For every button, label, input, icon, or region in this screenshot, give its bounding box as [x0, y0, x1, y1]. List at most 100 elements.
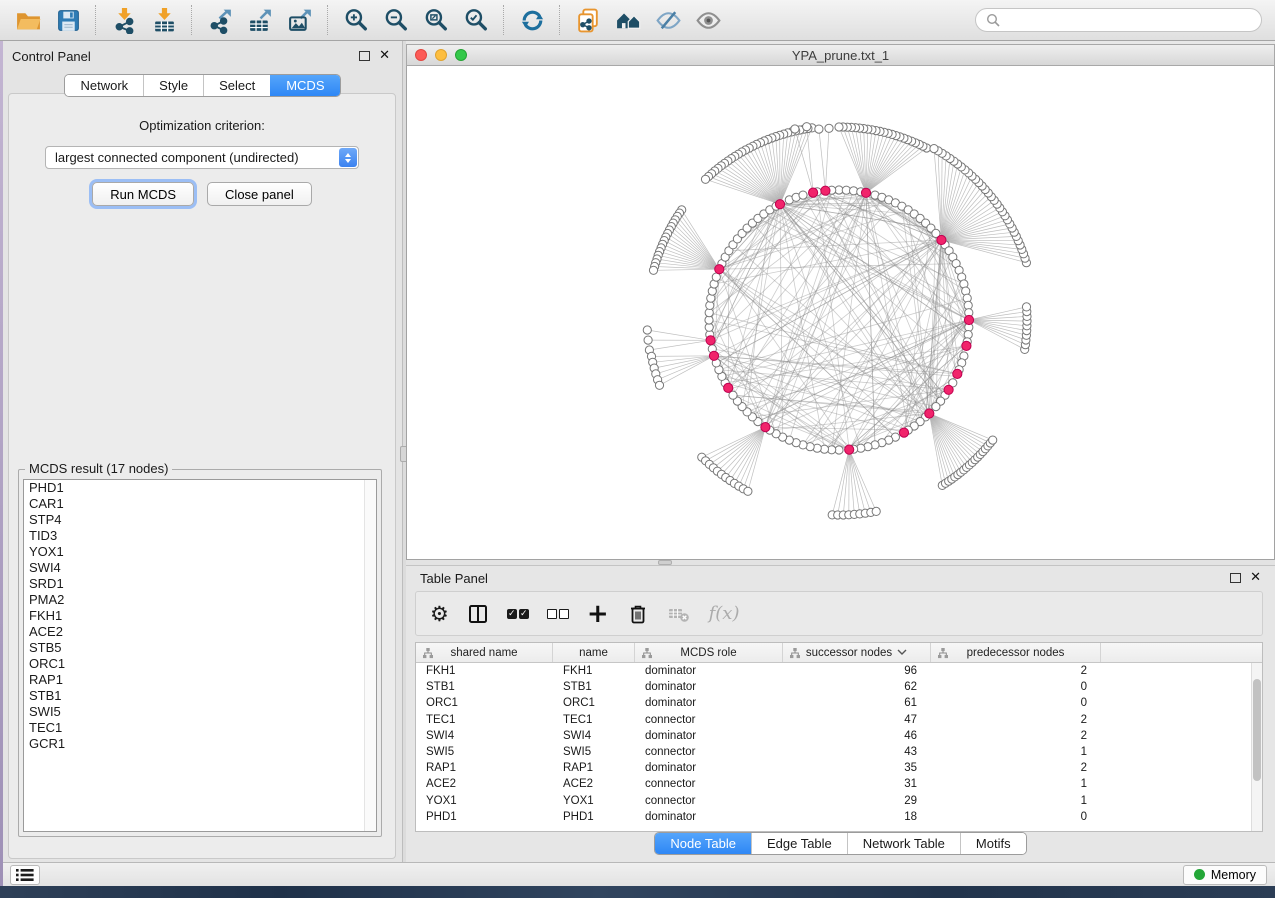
mcds-result-item[interactable]: RAP1	[24, 672, 376, 688]
search-input[interactable]	[1006, 12, 1251, 29]
duplicate-network-button[interactable]	[568, 3, 608, 37]
zoom-selected-icon	[463, 7, 490, 34]
mcds-result-item[interactable]: PMA2	[24, 592, 376, 608]
toolbar-separator	[327, 5, 329, 35]
tab-motifs[interactable]: Motifs	[960, 833, 1026, 854]
table-toolbar: ⚙ ✓✓ + f(x)	[415, 591, 1263, 636]
column-header-name[interactable]: name	[553, 643, 635, 662]
import-table-button[interactable]	[144, 3, 184, 37]
import-network-button[interactable]	[104, 3, 144, 37]
mcds-result-item[interactable]: STB5	[24, 640, 376, 656]
table-cell: ACE2	[416, 778, 553, 790]
table-cell: YOX1	[553, 795, 635, 807]
mcds-result-item[interactable]: GCR1	[24, 736, 376, 752]
scrollbar-thumb[interactable]	[1253, 679, 1261, 781]
table-row[interactable]: STB1STB1dominator620	[416, 679, 1251, 695]
mcds-result-item[interactable]: TID3	[24, 528, 376, 544]
table-cell: connector	[635, 714, 783, 726]
tab-edge-table[interactable]: Edge Table	[751, 833, 847, 854]
table-cell: 31	[783, 778, 931, 790]
result-list-scrollbar[interactable]	[364, 480, 376, 831]
table-cell: STB1	[553, 681, 635, 693]
task-history-button[interactable]	[10, 865, 40, 885]
network-graph[interactable]	[407, 66, 1274, 558]
table-cell: FKH1	[416, 665, 553, 677]
add-row-button[interactable]: +	[587, 599, 609, 629]
mcds-result-item[interactable]: ORC1	[24, 656, 376, 672]
mcds-result-item[interactable]: SWI4	[24, 560, 376, 576]
table-cell: 2	[931, 730, 1101, 742]
export-image-button[interactable]	[280, 3, 320, 37]
export-network-button[interactable]	[200, 3, 240, 37]
duplicate-network-icon	[575, 7, 602, 34]
mcds-result-item[interactable]: ACE2	[24, 624, 376, 640]
table-row[interactable]: SWI5SWI5connector431	[416, 744, 1251, 760]
table-row[interactable]: PHD1PHD1dominator180	[416, 809, 1251, 825]
network-canvas[interactable]	[406, 66, 1275, 560]
mcds-result-item[interactable]: STB1	[24, 688, 376, 704]
close-panel-icon[interactable]: ✕	[1250, 573, 1261, 583]
hide-selected-button[interactable]	[648, 3, 688, 37]
select-all-button[interactable]: ✓✓	[507, 599, 529, 629]
export-table-button[interactable]	[240, 3, 280, 37]
refresh-view-button[interactable]	[512, 3, 552, 37]
table-cell: 35	[783, 762, 931, 774]
first-neighbors-button[interactable]	[608, 3, 648, 37]
table-cell: 61	[783, 697, 931, 709]
table-cell: ORC1	[553, 697, 635, 709]
float-panel-icon[interactable]	[359, 51, 370, 61]
delete-row-button[interactable]	[627, 599, 649, 629]
save-session-button[interactable]	[48, 3, 88, 37]
search-icon	[986, 13, 1000, 27]
tab-style[interactable]: Style	[143, 75, 203, 96]
tab-mcds[interactable]: MCDS	[270, 75, 339, 96]
mcds-result-item[interactable]: SRD1	[24, 576, 376, 592]
tab-network[interactable]: Network	[65, 75, 143, 96]
table-cell: STB1	[416, 681, 553, 693]
open-file-button[interactable]	[8, 3, 48, 37]
mcds-result-item[interactable]: SWI5	[24, 704, 376, 720]
mcds-result-item[interactable]: TEC1	[24, 720, 376, 736]
zoom-in-button[interactable]	[336, 3, 376, 37]
table-row[interactable]: ACE2ACE2connector311	[416, 776, 1251, 792]
table-row[interactable]: SWI4SWI4dominator462	[416, 728, 1251, 744]
mcds-result-item[interactable]: PHD1	[24, 480, 376, 496]
tab-select[interactable]: Select	[203, 75, 270, 96]
close-panel-icon[interactable]: ✕	[379, 51, 390, 61]
tab-node-table[interactable]: Node Table	[655, 833, 751, 854]
column-header-successor-nodes[interactable]: successor nodes	[783, 643, 931, 662]
table-cell: 0	[931, 697, 1101, 709]
mcds-result-item[interactable]: STP4	[24, 512, 376, 528]
column-header-shared-name[interactable]: shared name	[416, 643, 553, 662]
desktop-wallpaper-edge	[0, 41, 3, 886]
control-panel: Control Panel ✕ NetworkStyleSelectMCDS O…	[3, 41, 403, 862]
float-panel-icon[interactable]	[1230, 573, 1241, 583]
run-mcds-button[interactable]: Run MCDS	[92, 182, 194, 206]
table-cell: ACE2	[553, 778, 635, 790]
zoom-selected-button[interactable]	[456, 3, 496, 37]
zoom-fit-button[interactable]	[416, 3, 456, 37]
show-columns-button[interactable]	[467, 599, 489, 629]
column-header-predecessor-nodes[interactable]: predecessor nodes	[931, 643, 1101, 662]
table-cell: 96	[783, 665, 931, 677]
table-settings-button[interactable]: ⚙	[430, 599, 449, 629]
table-cell: YOX1	[416, 795, 553, 807]
zoom-out-button[interactable]	[376, 3, 416, 37]
mcds-result-item[interactable]: YOX1	[24, 544, 376, 560]
table-row[interactable]: FKH1FKH1dominator962	[416, 663, 1251, 679]
show-all-button[interactable]	[688, 3, 728, 37]
tab-network-table[interactable]: Network Table	[847, 833, 960, 854]
table-row[interactable]: RAP1RAP1dominator352	[416, 760, 1251, 776]
memory-button[interactable]: Memory	[1183, 865, 1267, 885]
table-cell: dominator	[635, 762, 783, 774]
column-header-MCDS-role[interactable]: MCDS role	[635, 643, 783, 662]
table-row[interactable]: ORC1ORC1dominator610	[416, 695, 1251, 711]
mcds-result-item[interactable]: CAR1	[24, 496, 376, 512]
mcds-result-item[interactable]: FKH1	[24, 608, 376, 624]
table-scrollbar[interactable]	[1251, 663, 1262, 831]
table-row[interactable]: TEC1TEC1connector472	[416, 712, 1251, 728]
table-row[interactable]: YOX1YOX1connector291	[416, 793, 1251, 809]
close-panel-button[interactable]: Close panel	[207, 182, 312, 206]
criterion-dropdown[interactable]: largest connected component (undirected)	[45, 146, 359, 169]
deselect-all-button[interactable]	[547, 599, 569, 629]
